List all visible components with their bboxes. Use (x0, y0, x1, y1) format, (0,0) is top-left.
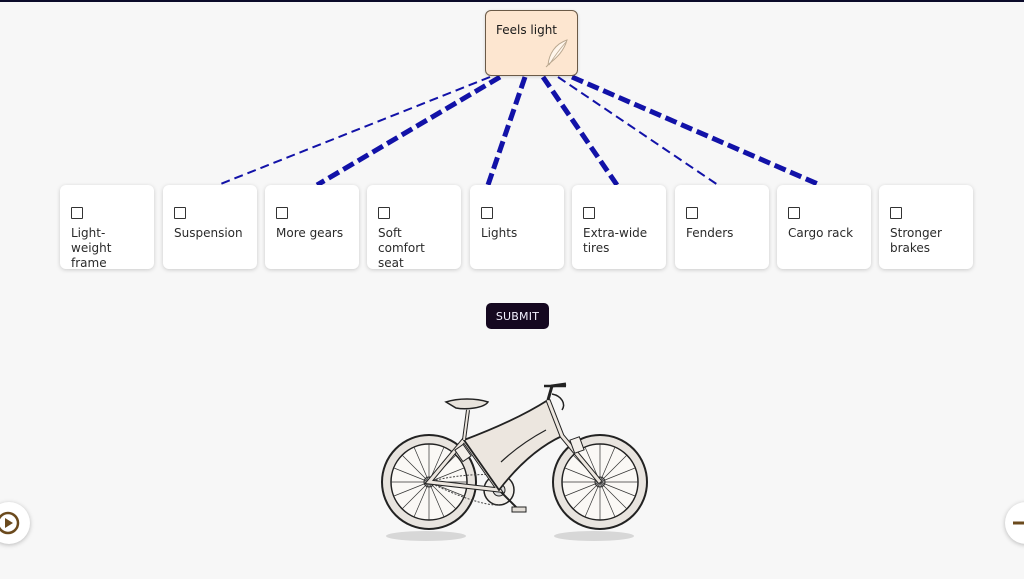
checkbox[interactable] (788, 207, 800, 219)
option-card[interactable]: Stronger brakes (879, 185, 973, 269)
option-card[interactable]: Light-weight frame (60, 185, 154, 270)
connection-line (571, 74, 821, 188)
checkbox[interactable] (583, 207, 595, 219)
option-card[interactable]: Cargo rack (777, 185, 871, 269)
option-label: Soft comfort seat (378, 226, 425, 270)
option-label: Fenders (686, 226, 734, 240)
submit-button[interactable]: SUBMIT (486, 303, 549, 329)
option-label: Lights (481, 226, 518, 240)
feather-icon (545, 38, 571, 71)
option-label: More gears (276, 226, 344, 240)
option-card[interactable]: Suspension (163, 185, 257, 269)
connection-line (557, 76, 719, 186)
option-card[interactable]: Extra-wide tires (572, 185, 666, 269)
replay-button[interactable] (0, 502, 30, 544)
checkbox[interactable] (71, 207, 83, 219)
connection-line (315, 74, 502, 188)
top-border (0, 0, 1024, 2)
next-icon (1005, 521, 1024, 548)
next-button[interactable] (1005, 502, 1024, 544)
option-card[interactable]: Soft comfort seat (367, 185, 461, 270)
connection-line (217, 76, 491, 186)
option-label: Stronger brakes (890, 226, 942, 255)
connection-line (485, 76, 528, 186)
target-card: Feels light (485, 10, 578, 76)
target-label: Feels light (496, 23, 558, 37)
checkbox[interactable] (276, 207, 288, 219)
option-card[interactable]: Lights (470, 185, 564, 269)
checkbox[interactable] (481, 207, 493, 219)
option-card[interactable]: Fenders (675, 185, 769, 269)
checkbox[interactable] (890, 207, 902, 219)
checkbox[interactable] (378, 207, 390, 219)
replay-icon (0, 511, 30, 548)
option-label: Cargo rack (788, 226, 854, 240)
connection-line (540, 75, 620, 187)
option-label: Extra-wide tires (583, 226, 648, 255)
bicycle-icon (376, 378, 656, 548)
option-label: Suspension (174, 226, 243, 240)
option-card[interactable]: More gears (265, 185, 359, 269)
checkbox[interactable] (686, 207, 698, 219)
checkbox[interactable] (174, 207, 186, 219)
option-label: Light-weight frame (71, 226, 112, 270)
